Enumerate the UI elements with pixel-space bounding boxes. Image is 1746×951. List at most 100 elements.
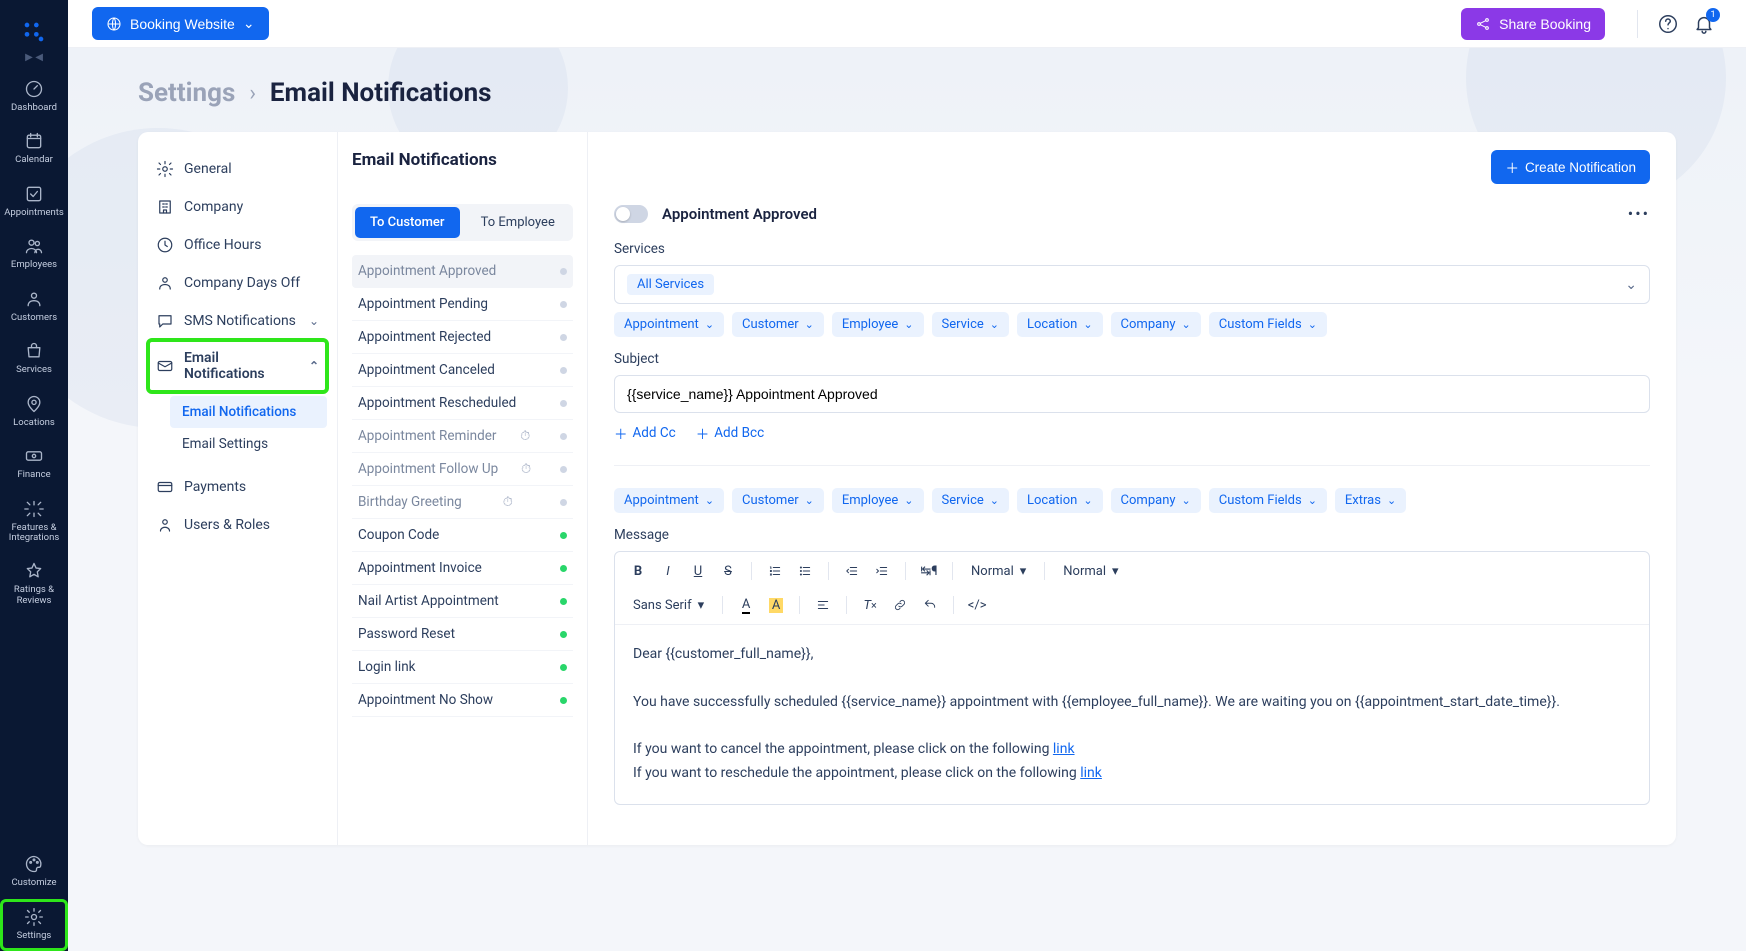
rte-link[interactable] (887, 592, 913, 618)
rte-align[interactable] (810, 592, 836, 618)
nav-services[interactable]: Services (0, 333, 68, 385)
rte-direction[interactable]: ↹¶ (916, 558, 942, 584)
notification-list-item[interactable]: Appointment Reminder⏱ (352, 420, 573, 453)
notification-list-item[interactable]: Coupon Code (352, 519, 573, 552)
settings-item-company[interactable]: Company (148, 188, 327, 226)
services-select[interactable]: All Services ⌄ (614, 265, 1650, 304)
rte-text: If you want to cancel the appointment, p… (633, 741, 1053, 757)
nav-features[interactable]: Features & Integrations (0, 491, 68, 554)
rte-outdent[interactable] (839, 558, 865, 584)
variable-chip[interactable]: Appointment⌄ (614, 488, 724, 513)
rte-font-select[interactable]: Sans Serif▾ (625, 598, 712, 613)
notification-list-item[interactable]: Login link (352, 651, 573, 684)
variable-chip[interactable]: Company⌄ (1111, 488, 1201, 513)
rte-heading-select[interactable]: Normal▾ (1055, 564, 1126, 579)
variable-chip[interactable]: Location⌄ (1017, 312, 1103, 337)
tab-to-employee[interactable]: To Employee (466, 207, 571, 238)
rte-bold[interactable]: B (625, 558, 651, 584)
tab-to-customer[interactable]: To Customer (355, 207, 460, 238)
variable-chip[interactable]: Service⌄ (932, 488, 1010, 513)
chevron-down-icon: ⌄ (243, 15, 255, 32)
rte-italic[interactable]: I (655, 558, 681, 584)
rte-undo[interactable] (917, 592, 943, 618)
rte-body[interactable]: Dear {{customer_full_name}}, You have su… (615, 625, 1649, 804)
settings-subitem-email-notifications[interactable]: Email Notifications (170, 396, 327, 428)
notification-list-item[interactable]: Password Reset (352, 618, 573, 651)
rte-text-color[interactable]: A (733, 592, 759, 618)
cancel-link[interactable]: link (1053, 741, 1075, 757)
add-bcc-button[interactable]: ＋Add Bcc (696, 423, 764, 443)
notification-list-item[interactable]: Appointment Canceled (352, 354, 573, 387)
variable-chip[interactable]: Location⌄ (1017, 488, 1103, 513)
nav-settings[interactable]: Settings (0, 899, 68, 951)
variable-chip[interactable]: Extras⌄ (1335, 488, 1406, 513)
variable-chip[interactable]: Customer⌄ (732, 312, 824, 337)
rte-size-select[interactable]: Normal▾ (963, 564, 1034, 579)
notification-list-item[interactable]: Appointment Follow Up⏱ (352, 453, 573, 486)
notification-list-item[interactable]: Appointment Approved (352, 255, 573, 288)
notification-list-item[interactable]: Appointment Invoice (352, 552, 573, 585)
settings-subitem-email-settings[interactable]: Email Settings (170, 428, 327, 460)
notification-item-label: Appointment Rejected (358, 329, 491, 345)
variable-chip[interactable]: Service⌄ (932, 312, 1010, 337)
variable-chip[interactable]: Employee⌄ (832, 312, 924, 337)
more-actions-button[interactable]: ••• (1628, 204, 1650, 223)
nav-appointments[interactable]: Appointments (0, 176, 68, 228)
nav-locations[interactable]: Locations (0, 386, 68, 438)
notifications-button[interactable]: 1 (1686, 6, 1722, 42)
share-booking-button[interactable]: Share Booking (1461, 8, 1605, 40)
nav-dashboard[interactable]: Dashboard (0, 71, 68, 123)
sm-label: Payments (184, 479, 246, 495)
rte-clear-format[interactable]: T× (857, 592, 883, 618)
variable-chip[interactable]: Custom Fields⌄ (1209, 312, 1327, 337)
rte-ol[interactable] (762, 558, 788, 584)
help-button[interactable] (1650, 6, 1686, 42)
settings-item-users[interactable]: Users & Roles (148, 506, 327, 544)
breadcrumb-root[interactable]: Settings (138, 78, 235, 108)
nav-ratings[interactable]: Ratings & Reviews (0, 553, 68, 616)
settings-item-days-off[interactable]: Company Days Off (148, 264, 327, 302)
notification-list-item[interactable]: Appointment Rejected (352, 321, 573, 354)
nav-finance[interactable]: Finance (0, 438, 68, 490)
breadcrumb: Settings › Email Notifications (138, 78, 1676, 108)
variable-chip[interactable]: Appointment⌄ (614, 312, 724, 337)
nav-customers[interactable]: Customers (0, 281, 68, 333)
chip-label: Location (1027, 493, 1077, 508)
settings-item-email[interactable]: Email Notifications ⌃ (148, 340, 327, 392)
settings-item-sms[interactable]: SMS Notifications ⌄ (148, 302, 327, 340)
variable-chip[interactable]: Customer⌄ (732, 488, 824, 513)
notification-item-label: Login link (358, 659, 416, 675)
booking-website-dropdown[interactable]: Booking Website ⌄ (92, 7, 269, 40)
subject-label: Subject (614, 351, 1650, 367)
add-cc-button[interactable]: ＋Add Cc (614, 423, 676, 443)
settings-item-general[interactable]: General (148, 150, 327, 188)
settings-item-office-hours[interactable]: Office Hours (148, 226, 327, 264)
create-notification-button[interactable]: ＋ Create Notification (1491, 150, 1650, 184)
variable-chip[interactable]: Employee⌄ (832, 488, 924, 513)
rte-code[interactable]: </> (964, 592, 990, 618)
nav-label: Finance (17, 470, 50, 480)
rte-strike[interactable]: S (715, 558, 741, 584)
notification-list-item[interactable]: Appointment No Show (352, 684, 573, 717)
settings-item-payments[interactable]: Payments (148, 468, 327, 506)
notification-list-item[interactable]: Appointment Rescheduled (352, 387, 573, 420)
notification-list-item[interactable]: Birthday Greeting⏱ (352, 486, 573, 519)
app-logo[interactable] (20, 18, 48, 46)
nav-calendar[interactable]: Calendar (0, 123, 68, 175)
subject-input[interactable] (614, 375, 1650, 413)
variable-chip[interactable]: Custom Fields⌄ (1209, 488, 1327, 513)
nav-employees[interactable]: Employees (0, 228, 68, 280)
enable-toggle[interactable] (614, 205, 648, 223)
notification-list-item[interactable]: Appointment Pending (352, 288, 573, 321)
variable-chip[interactable]: Company⌄ (1111, 312, 1201, 337)
rte-ul[interactable] (792, 558, 818, 584)
nav-customize[interactable]: Customize (0, 846, 68, 898)
notification-list-item[interactable]: Nail Artist Appointment (352, 585, 573, 618)
rte-indent[interactable] (869, 558, 895, 584)
message-label: Message (614, 527, 1650, 543)
rte-bg-color[interactable]: A (763, 592, 789, 618)
rte-underline[interactable]: U (685, 558, 711, 584)
chevron-down-icon: ⌄ (990, 494, 999, 507)
nav-collapse-toggle[interactable]: ▶ ◀ (25, 52, 43, 63)
reschedule-link[interactable]: link (1080, 765, 1102, 781)
